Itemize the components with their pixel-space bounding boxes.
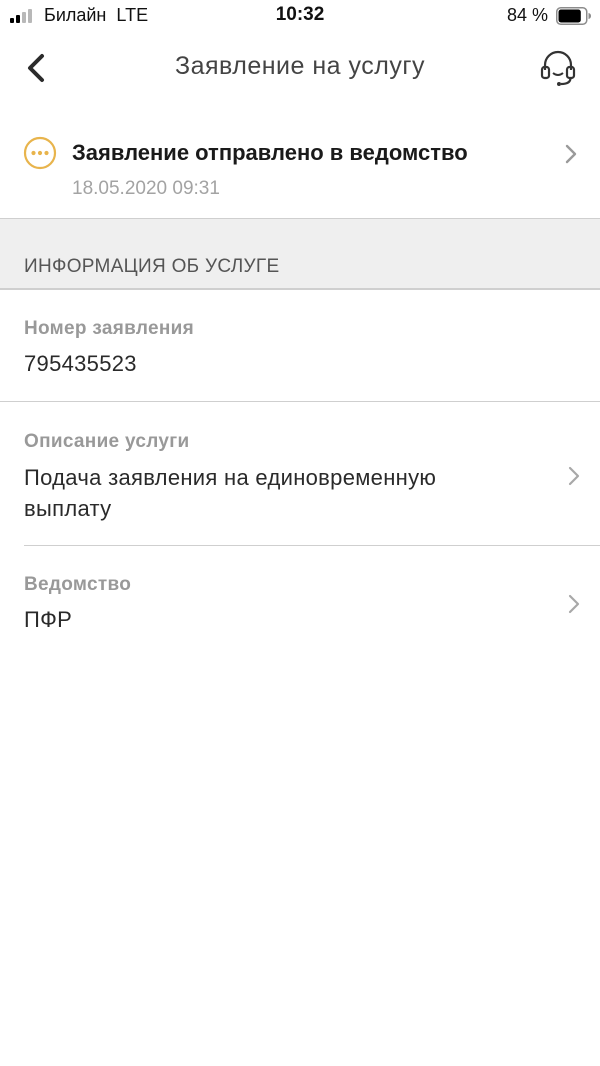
- status-date: 18.05.2020 09:31: [72, 178, 220, 199]
- support-button[interactable]: [536, 46, 580, 90]
- service-description-value: Подача заявления на единовременную выпла…: [24, 465, 437, 521]
- status-bar: Билайн LTE 10:32 84 %: [0, 0, 600, 34]
- navigation-bar: Заявление на услугу: [0, 34, 600, 104]
- chevron-right-icon: [568, 594, 580, 614]
- divider: [0, 401, 600, 402]
- divider: [24, 545, 600, 546]
- service-description-label: Описание услуги: [24, 431, 190, 452]
- back-button[interactable]: [16, 48, 56, 88]
- department-row[interactable]: Ведомство ПФР: [0, 547, 600, 647]
- chevron-right-icon: [565, 144, 577, 164]
- status-title: Заявление отправлено в ведомство: [72, 140, 468, 165]
- section-header: ИНФОРМАЦИЯ ОБ УСЛУГЕ: [0, 218, 600, 290]
- page-title: Заявление на услугу: [175, 52, 425, 80]
- chevron-left-icon: [28, 54, 44, 82]
- headset-icon: [540, 50, 576, 86]
- battery-icon: [556, 7, 591, 25]
- application-number-row: Номер заявления 795435523: [0, 292, 600, 402]
- section-header-label: ИНФОРМАЦИЯ ОБ УСЛУГЕ: [24, 256, 280, 277]
- department-value: ПФР: [24, 607, 73, 632]
- application-status-card[interactable]: Заявление отправлено в ведомство 18.05.2…: [0, 120, 600, 218]
- application-number-label: Номер заявления: [24, 318, 194, 339]
- department-label: Ведомство: [24, 574, 132, 595]
- battery-percent: 84 %: [506, 5, 548, 25]
- application-number-value: 795435523: [24, 351, 137, 376]
- chevron-right-icon: [568, 466, 580, 486]
- pending-dots-icon: [23, 136, 57, 170]
- service-description-row[interactable]: Описание услуги Подача заявления на един…: [0, 403, 600, 546]
